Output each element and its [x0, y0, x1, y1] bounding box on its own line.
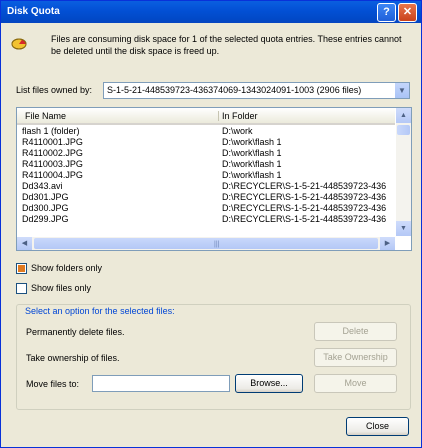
list-item[interactable]: Dd301.JPG D:\RECYCLER\S-1-5-21-448539723… [17, 191, 395, 202]
column-file-name[interactable]: File Name [25, 111, 66, 121]
show-folders-only-label[interactable]: Show folders only [31, 263, 102, 273]
file-name: flash 1 (folder) [22, 126, 80, 136]
file-name: Dd300.JPG [22, 203, 69, 213]
chevron-down-icon[interactable]: ▼ [395, 83, 409, 98]
title-bar[interactable]: Disk Quota ? ✕ [1, 1, 421, 23]
file-folder: D:\RECYCLER\S-1-5-21-448539723-436 [222, 181, 387, 191]
file-folder: D:\RECYCLER\S-1-5-21-448539723-436 [222, 192, 387, 202]
move-files-label: Move files to: [26, 379, 80, 389]
file-folder: D:\work [222, 126, 253, 136]
show-files-only-label[interactable]: Show files only [31, 283, 91, 293]
take-ownership-button[interactable]: Take Ownership [314, 348, 397, 367]
file-name: R4110004.JPG [22, 170, 83, 180]
scroll-thumb[interactable]: ||| [34, 238, 378, 249]
close-icon: ✕ [402, 6, 413, 18]
list-item[interactable]: flash 1 (folder) D:\work [17, 125, 395, 136]
scroll-left-icon[interactable]: ◀ [17, 237, 32, 250]
file-name: R4110003.JPG [22, 159, 83, 169]
horizontal-scrollbar[interactable]: ◀ ||| ▶ [17, 237, 395, 250]
list-item[interactable]: R4110001.JPG D:\work\flash 1 [17, 136, 395, 147]
list-item[interactable]: Dd300.JPG D:\RECYCLER\S-1-5-21-448539723… [17, 202, 395, 213]
file-folder: D:\RECYCLER\S-1-5-21-448539723-436 [222, 203, 387, 213]
show-folders-only-checkbox[interactable] [16, 263, 27, 274]
scroll-up-icon[interactable]: ▲ [396, 108, 411, 123]
scroll-right-icon[interactable]: ▶ [380, 237, 395, 250]
list-header: File Name In Folder [17, 108, 395, 125]
info-message: Files are consuming disk space for 1 of … [51, 34, 402, 56]
file-folder: D:\work\flash 1 [222, 170, 282, 180]
window-title: Disk Quota [7, 6, 60, 17]
file-name: Dd343.avi [22, 181, 63, 191]
owner-value: S-1-5-21-448539723-436374069-1343024091-… [107, 85, 362, 95]
file-list[interactable]: File Name In Folder flash 1 (folder) D:\… [16, 107, 412, 251]
owner-dropdown[interactable]: S-1-5-21-448539723-436374069-1343024091-… [103, 82, 410, 99]
file-name: R4110001.JPG [22, 137, 83, 147]
disk-quota-dialog: Disk Quota ? ✕ Files are consuming disk … [0, 0, 422, 448]
take-ownership-label: Take ownership of files. [26, 353, 120, 363]
show-files-only-checkbox[interactable] [16, 283, 27, 294]
delete-label: Permanently delete files. [26, 327, 125, 337]
list-item[interactable]: Dd343.avi D:\RECYCLER\S-1-5-21-448539723… [17, 180, 395, 191]
file-name: Dd301.JPG [22, 192, 69, 202]
vertical-scrollbar[interactable]: ▲ ▼ [396, 108, 411, 236]
close-window-button[interactable]: ✕ [398, 3, 417, 22]
owner-label: List files owned by: [16, 85, 93, 95]
close-button[interactable]: Close [346, 417, 409, 436]
file-folder: D:\work\flash 1 [222, 159, 282, 169]
actions-group-label: Select an option for the selected files: [23, 306, 177, 316]
browse-button[interactable]: Browse... [235, 374, 303, 393]
file-name: R4110002.JPG [22, 148, 83, 158]
scroll-thumb[interactable] [397, 125, 410, 135]
help-button[interactable]: ? [377, 3, 396, 22]
grip-icon: ||| [214, 241, 220, 248]
file-folder: D:\work\flash 1 [222, 148, 282, 158]
file-name: Dd299.JPG [22, 214, 69, 224]
file-folder: D:\RECYCLER\S-1-5-21-448539723-436 [222, 214, 387, 224]
list-item[interactable]: Dd299.JPG D:\RECYCLER\S-1-5-21-448539723… [17, 213, 395, 224]
list-item[interactable]: R4110003.JPG D:\work\flash 1 [17, 158, 395, 169]
list-item[interactable]: R4110004.JPG D:\work\flash 1 [17, 169, 395, 180]
move-destination-input[interactable] [92, 375, 230, 392]
scroll-down-icon[interactable]: ▼ [396, 221, 411, 236]
delete-button[interactable]: Delete [314, 322, 397, 341]
help-icon: ? [383, 6, 390, 18]
column-in-folder[interactable]: In Folder [222, 111, 258, 121]
disk-quota-icon [11, 38, 27, 50]
move-button[interactable]: Move [314, 374, 397, 393]
file-folder: D:\work\flash 1 [222, 137, 282, 147]
column-divider[interactable] [218, 111, 219, 121]
list-item[interactable]: R4110002.JPG D:\work\flash 1 [17, 147, 395, 158]
